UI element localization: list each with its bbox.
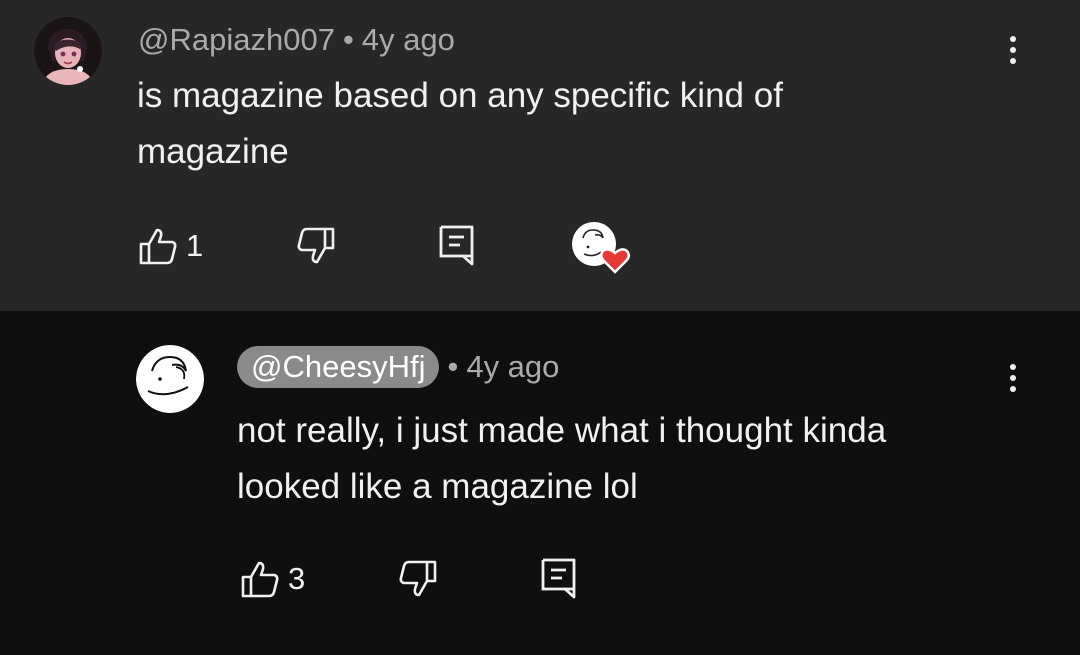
reply-author[interactable]: @CheesyHfj [237, 346, 440, 388]
commenter-avatar[interactable] [34, 17, 102, 85]
thumbs-up-icon [241, 561, 279, 598]
comment-text: is magazine based on any specific kind o… [137, 68, 783, 180]
reply-text: not really, i just made what i thought k… [237, 403, 886, 515]
comment-thread: @Rapiazh007 • 4y ago is magazine based o… [0, 0, 1080, 311]
comment-meta: @Rapiazh007 • 4y ago [138, 22, 455, 58]
comment-time: 4y ago [361, 22, 455, 57]
like-button[interactable]: 3 [240, 559, 305, 599]
avatar-image [34, 17, 102, 85]
reply-button[interactable] [540, 557, 578, 599]
more-vert-icon[interactable] [998, 356, 1028, 400]
thumbs-down-icon [399, 560, 437, 597]
dislike-button[interactable] [296, 226, 336, 266]
like-button[interactable]: 1 [138, 226, 203, 266]
thumbs-down-icon [297, 227, 335, 264]
reply-icon [439, 225, 474, 266]
comment-text-line: magazine [137, 132, 289, 171]
comment-text-line: is magazine based on any specific kind o… [137, 76, 783, 115]
reply-thread: @CheesyHfj • 4y ago not really, i just m… [0, 311, 1080, 655]
creator-heart [571, 220, 633, 274]
avatar-image [136, 345, 204, 413]
like-count: 3 [288, 561, 306, 596]
dislike-button[interactable] [398, 559, 438, 599]
reply-avatar[interactable] [136, 345, 204, 413]
creator-heart-icon [572, 222, 630, 274]
reply-text-line: not really, i just made what i thought k… [237, 411, 887, 450]
reply-text-line: looked like a magazine lol [237, 467, 638, 506]
thumbs-up-icon [139, 228, 177, 265]
reply-meta: @CheesyHfj • 4y ago [237, 346, 559, 388]
comment-author[interactable]: @Rapiazh007 [138, 22, 335, 58]
like-count: 1 [186, 228, 204, 263]
meta-separator: • [447, 349, 459, 384]
reply-button[interactable] [438, 224, 476, 266]
meta-separator: • [342, 22, 354, 57]
reply-icon [541, 558, 576, 599]
reply-time: 4y ago [466, 349, 560, 384]
more-vert-icon[interactable] [998, 28, 1028, 72]
